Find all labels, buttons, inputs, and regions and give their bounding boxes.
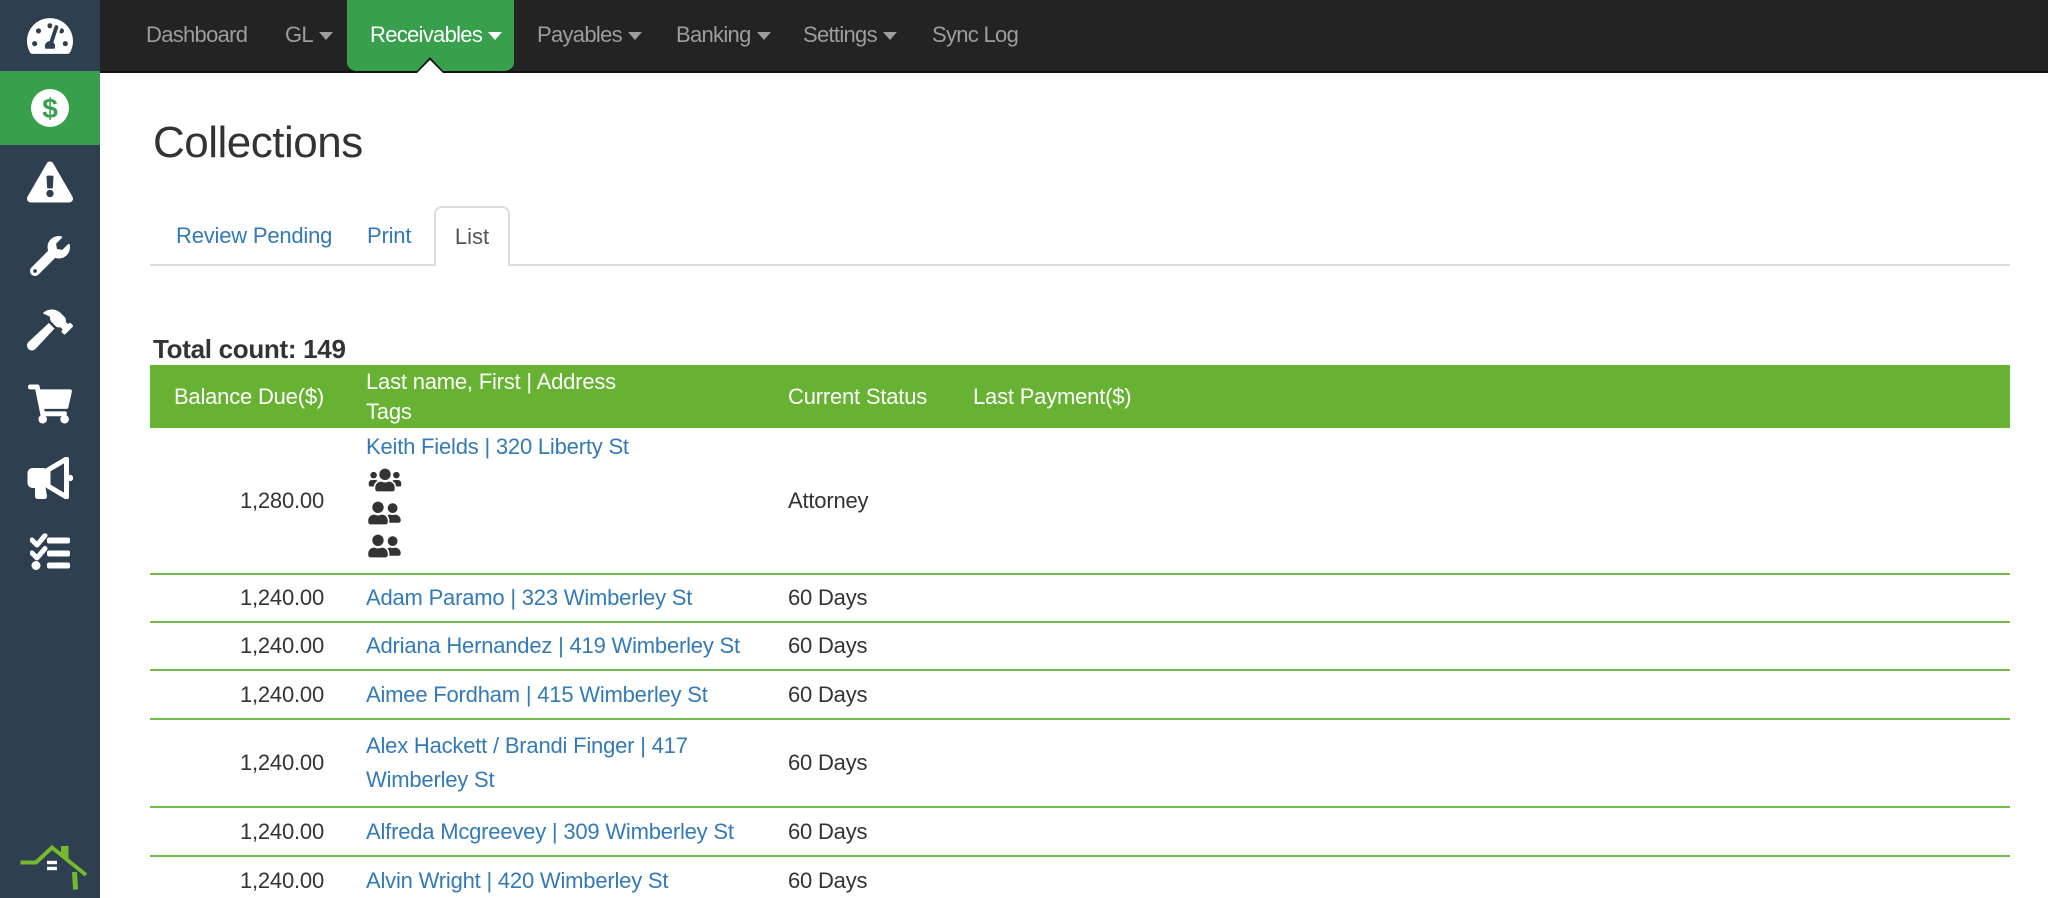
svg-text:$: $ <box>42 93 58 124</box>
